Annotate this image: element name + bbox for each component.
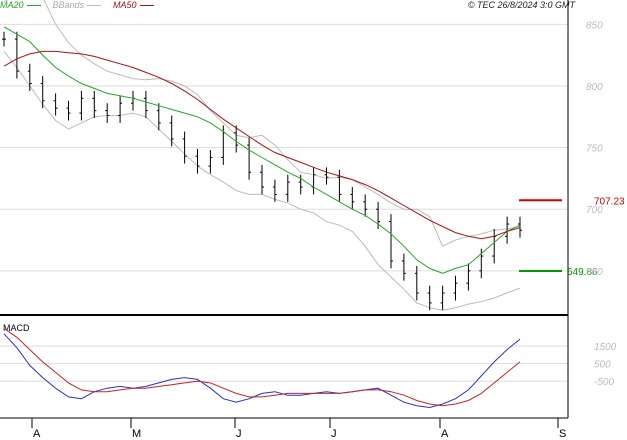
- bollinger-bands: [3, 0, 521, 311]
- y-tick-macd-2: -500: [594, 377, 614, 388]
- series-line-ma50: [3, 50, 521, 240]
- macd-title: MACD: [3, 323, 30, 333]
- y-tick-macd-0: 1500: [594, 342, 617, 353]
- axis-labels: 850 800 750 700 650 1500 500 -500 A M J J A S: [31, 20, 617, 440]
- series-line-ma20: [3, 26, 521, 274]
- x-tick-label-1: M: [132, 428, 141, 440]
- x-tick-label-4: A: [441, 428, 449, 440]
- price-bars: [2, 31, 522, 311]
- stock-chart: 707.23649.86 MACD 850 800 750 700 650 1500 500…: [0, 0, 625, 440]
- last-value-markers: 707.23649.86: [519, 196, 625, 278]
- y-tick-main-2: 750: [586, 144, 603, 155]
- macd-line-signal: [3, 328, 521, 407]
- macd-panel: MACD: [3, 323, 521, 409]
- y-tick-macd-1: 500: [594, 360, 611, 371]
- y-tick-main-3: 700: [586, 205, 603, 216]
- x-tick-label-2: J: [236, 428, 242, 440]
- y-tick-main-1: 800: [586, 82, 603, 93]
- moving-averages: [3, 26, 521, 274]
- x-tick-label-3: J: [331, 428, 337, 440]
- x-tick-label-5: S: [559, 428, 566, 440]
- x-tick-label-0: A: [33, 428, 41, 440]
- y-tick-main-0: 850: [586, 20, 603, 31]
- gridlines: [0, 23, 568, 382]
- y-tick-main-4: 650: [586, 267, 603, 278]
